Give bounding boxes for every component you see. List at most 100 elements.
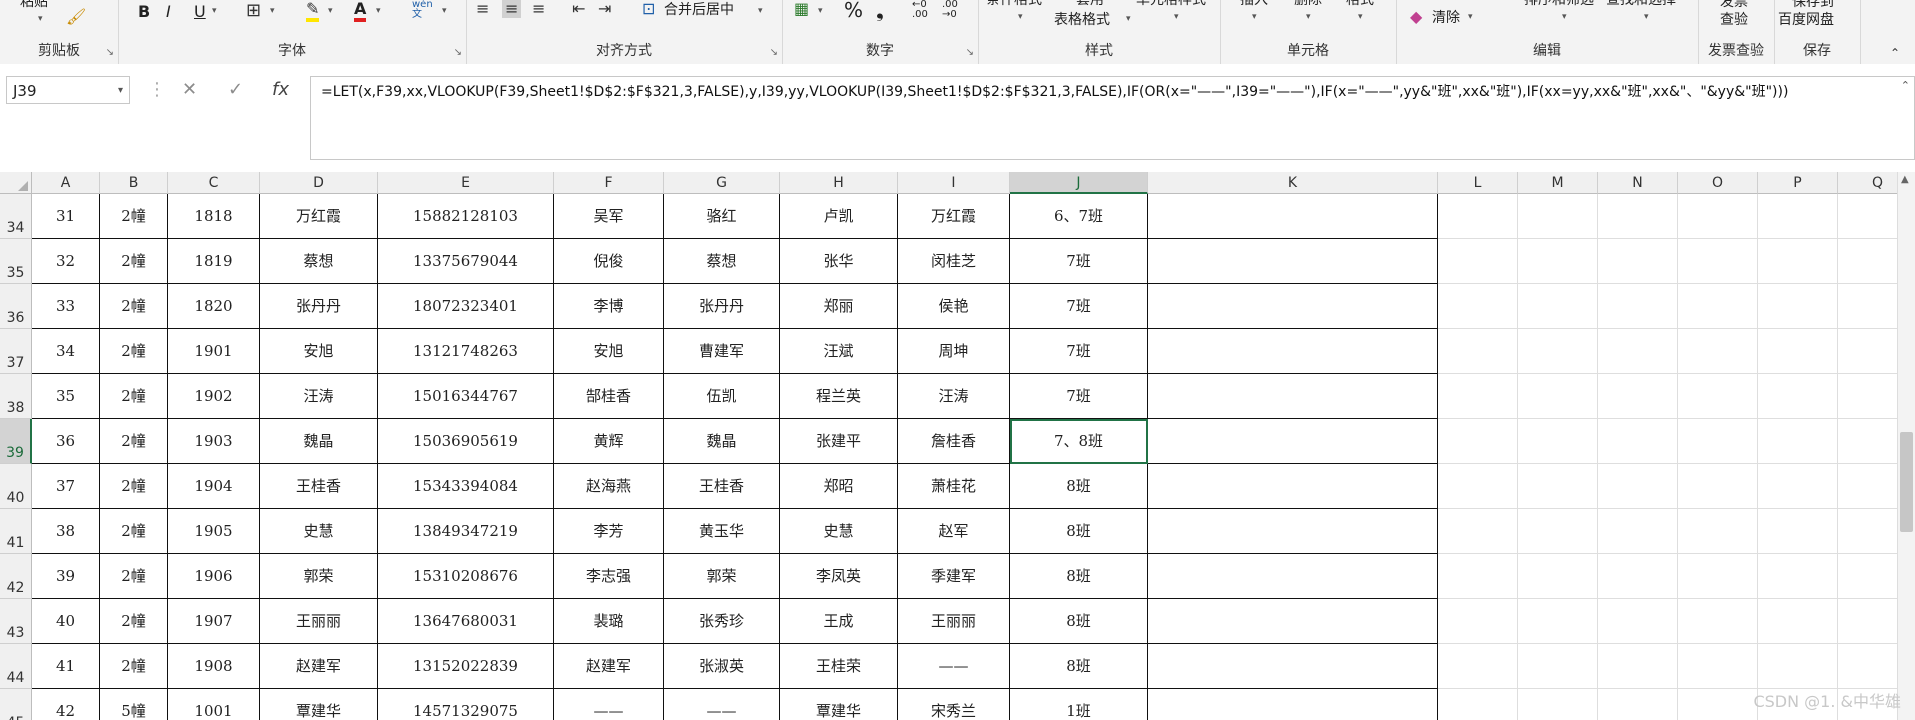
cell-h37[interactable]: 汪斌 (780, 329, 898, 374)
formula-input[interactable]: =LET(x,F39,xx,VLOOKUP(F39,Sheet1!$D$2:$F… (310, 76, 1915, 160)
cell-b36[interactable]: 2幢 (100, 284, 168, 329)
cell-b42[interactable]: 2幢 (100, 554, 168, 599)
column-header-o[interactable]: O (1678, 172, 1758, 194)
vertical-scrollbar[interactable]: ▲ (1897, 172, 1915, 720)
cell-h34[interactable]: 卢凯 (780, 194, 898, 239)
cell-h40[interactable]: 郑昭 (780, 464, 898, 509)
invoice-check-button[interactable]: 发票 (1720, 0, 1748, 10)
cell-n40[interactable] (1598, 464, 1678, 509)
cell-j38[interactable]: 7班 (1010, 374, 1148, 419)
font-color-icon[interactable]: A (354, 0, 367, 22)
column-header-n[interactable]: N (1598, 172, 1678, 194)
cell-j39[interactable]: 7、8班 (1010, 419, 1148, 464)
font-color-dropdown-icon[interactable]: ▾ (376, 6, 381, 16)
cell-k43[interactable] (1148, 599, 1438, 644)
comma-button[interactable]: ❟ (876, 0, 884, 20)
column-header-d[interactable]: D (260, 172, 378, 194)
insert-dropdown-icon[interactable]: ▾ (1252, 12, 1257, 22)
cell-k36[interactable] (1148, 284, 1438, 329)
cell-e43[interactable]: 13647680031 (378, 599, 554, 644)
column-header-h[interactable]: H (780, 172, 898, 194)
cell-n44[interactable] (1598, 644, 1678, 689)
dialog-launcher-icon[interactable]: ↘ (106, 47, 114, 58)
italic-button[interactable]: I (166, 4, 171, 20)
increase-indent-icon[interactable]: ⇥ (598, 0, 611, 18)
cell-p44[interactable] (1758, 644, 1838, 689)
cell-o34[interactable] (1678, 194, 1758, 239)
cell-d42[interactable]: 郭荣 (260, 554, 378, 599)
format-as-table-button[interactable]: 套用 (1076, 0, 1104, 8)
row-header[interactable]: 37 (0, 329, 32, 374)
cell-f35[interactable]: 倪俊 (554, 239, 664, 284)
cell-o45[interactable] (1678, 689, 1758, 720)
cell-b34[interactable]: 2幢 (100, 194, 168, 239)
merge-center-button[interactable]: 合并后居中 (664, 2, 734, 18)
delete-button[interactable]: 删除 (1294, 0, 1322, 8)
cell-a39[interactable]: 36 (32, 419, 100, 464)
cell-d37[interactable]: 安旭 (260, 329, 378, 374)
cell-b44[interactable]: 2幢 (100, 644, 168, 689)
sort-filter-button[interactable]: 排序和筛选 (1524, 0, 1594, 8)
align-center-icon[interactable]: ≡ (502, 0, 522, 18)
cell-p43[interactable] (1758, 599, 1838, 644)
cell-p37[interactable] (1758, 329, 1838, 374)
cell-b45[interactable]: 5幢 (100, 689, 168, 720)
row-header[interactable]: 38 (0, 374, 32, 419)
cell-g34[interactable]: 骆红 (664, 194, 780, 239)
cell-a38[interactable]: 35 (32, 374, 100, 419)
sort-filter-dropdown-icon[interactable]: ▾ (1562, 12, 1567, 22)
cell-b39[interactable]: 2幢 (100, 419, 168, 464)
cell-j45[interactable]: 1班 (1010, 689, 1148, 720)
cell-p38[interactable] (1758, 374, 1838, 419)
invoice-check-label[interactable]: 查验 (1720, 12, 1748, 28)
dialog-launcher-icon[interactable]: ↘ (966, 47, 974, 58)
dialog-launcher-icon[interactable]: ↘ (770, 47, 778, 58)
fill-color-icon[interactable]: ✎ (306, 0, 320, 22)
clear-icon[interactable]: ◆ (1410, 8, 1422, 26)
expand-formula-icon[interactable]: ⌃ (1901, 79, 1910, 92)
cell-d36[interactable]: 张丹丹 (260, 284, 378, 329)
cell-k34[interactable] (1148, 194, 1438, 239)
underline-dropdown-icon[interactable]: ▾ (212, 6, 217, 16)
cell-p39[interactable] (1758, 419, 1838, 464)
column-header-i[interactable]: I (898, 172, 1010, 194)
cell-k42[interactable] (1148, 554, 1438, 599)
column-header-j[interactable]: J (1010, 172, 1148, 194)
format-as-table-dropdown-icon[interactable]: ▾ (1126, 14, 1131, 24)
cell-d45[interactable]: 覃建华 (260, 689, 378, 720)
cell-c42[interactable]: 1906 (168, 554, 260, 599)
scroll-thumb[interactable] (1900, 432, 1913, 532)
save-to-baidu-label[interactable]: 百度网盘 (1778, 12, 1834, 28)
accounting-format-icon[interactable]: ▦ (794, 0, 809, 18)
cell-b38[interactable]: 2幢 (100, 374, 168, 419)
cell-i37[interactable]: 周坤 (898, 329, 1010, 374)
cell-e39[interactable]: 15036905619 (378, 419, 554, 464)
cell-j35[interactable]: 7班 (1010, 239, 1148, 284)
cell-b41[interactable]: 2幢 (100, 509, 168, 554)
cell-a45[interactable]: 42 (32, 689, 100, 720)
cell-n35[interactable] (1598, 239, 1678, 284)
cell-p36[interactable] (1758, 284, 1838, 329)
increase-decimal-button[interactable]: ←0.00 (912, 0, 928, 20)
cell-j40[interactable]: 8班 (1010, 464, 1148, 509)
format-as-table-label[interactable]: 表格格式 (1054, 12, 1110, 28)
cell-d41[interactable]: 史慧 (260, 509, 378, 554)
borders-dropdown-icon[interactable]: ▾ (270, 6, 275, 16)
name-box[interactable]: J39 ▾ (6, 76, 130, 104)
cell-n39[interactable] (1598, 419, 1678, 464)
cell-f45[interactable]: —— (554, 689, 664, 720)
row-header[interactable]: 43 (0, 599, 32, 644)
cell-m37[interactable] (1518, 329, 1598, 374)
borders-icon[interactable]: ⊞ (246, 2, 261, 20)
cell-j34[interactable]: 6、7班 (1010, 194, 1148, 239)
cell-e41[interactable]: 13849347219 (378, 509, 554, 554)
cell-p35[interactable] (1758, 239, 1838, 284)
delete-dropdown-icon[interactable]: ▾ (1306, 12, 1311, 22)
cell-g37[interactable]: 曹建军 (664, 329, 780, 374)
cell-l39[interactable] (1438, 419, 1518, 464)
cell-m34[interactable] (1518, 194, 1598, 239)
cell-m44[interactable] (1518, 644, 1598, 689)
cell-j37[interactable]: 7班 (1010, 329, 1148, 374)
cell-c45[interactable]: 1001 (168, 689, 260, 720)
cell-l43[interactable] (1438, 599, 1518, 644)
